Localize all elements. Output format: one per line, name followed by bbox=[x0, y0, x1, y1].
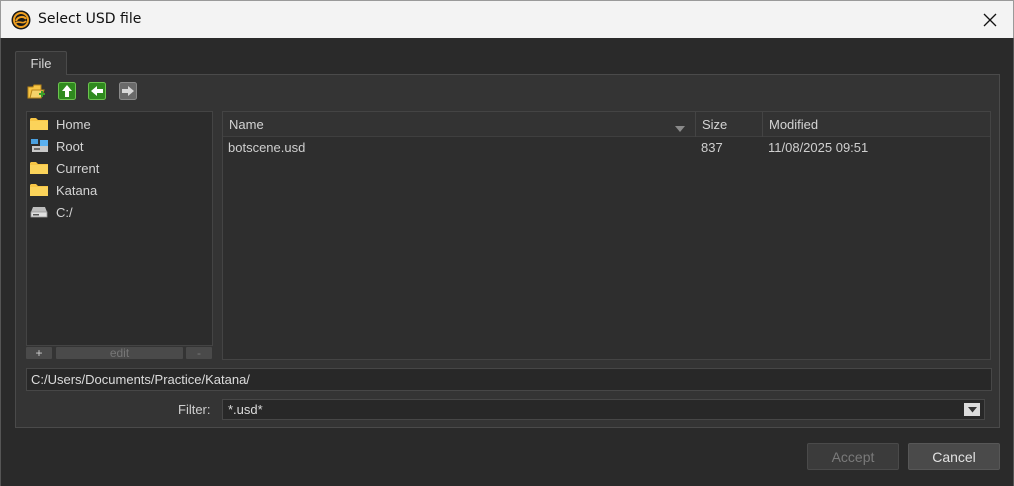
place-label: Current bbox=[56, 160, 100, 176]
dialog-body: File Home Root Current Katana C:/ + edit… bbox=[0, 38, 1014, 486]
column-label: Name bbox=[229, 117, 264, 132]
folder-icon bbox=[30, 182, 50, 198]
forward-arrow-icon[interactable] bbox=[117, 80, 139, 102]
place-home[interactable]: Home bbox=[30, 113, 210, 135]
path-field[interactable]: C:/Users/Documents/Practice/Katana/ bbox=[26, 368, 992, 391]
file-size-cell: 837 bbox=[701, 139, 723, 155]
place-katana[interactable]: Katana bbox=[30, 179, 210, 201]
katana-logo-icon bbox=[11, 10, 31, 30]
window-title: Select USD file bbox=[38, 11, 142, 27]
column-header-size[interactable]: Size bbox=[696, 112, 763, 137]
places-sidebar: Home Root Current Katana C:/ bbox=[26, 111, 213, 346]
place-label: Home bbox=[56, 116, 91, 132]
filter-label: Filter: bbox=[178, 402, 211, 417]
new-folder-icon[interactable] bbox=[25, 80, 47, 102]
place-root[interactable]: Root bbox=[30, 135, 210, 157]
dropdown-arrow-icon[interactable] bbox=[964, 403, 980, 416]
filter-value: *.usd* bbox=[228, 402, 263, 417]
path-value: C:/Users/Documents/Practice/Katana/ bbox=[31, 372, 250, 387]
network-root-icon bbox=[30, 138, 50, 154]
place-current[interactable]: Current bbox=[30, 157, 210, 179]
column-header-modified[interactable]: Modified bbox=[763, 112, 990, 137]
parent-folder-up-arrow-icon[interactable] bbox=[56, 80, 78, 102]
place-label: Root bbox=[56, 138, 84, 154]
remove-place-button[interactable]: - bbox=[186, 347, 212, 359]
file-name-cell: botscene.usd bbox=[228, 139, 306, 155]
folder-icon bbox=[30, 116, 50, 132]
place-c-drive[interactable]: C:/ bbox=[30, 201, 210, 223]
file-modified-cell: 11/08/2025 09:51 bbox=[768, 139, 869, 155]
add-place-button[interactable]: + bbox=[26, 347, 52, 359]
column-label: Size bbox=[702, 117, 728, 132]
cancel-button[interactable]: Cancel bbox=[908, 443, 1000, 470]
tab-file[interactable]: File bbox=[15, 51, 67, 75]
file-list-header: Name Size Modified bbox=[223, 112, 990, 137]
drive-icon bbox=[30, 204, 50, 220]
filter-combobox[interactable]: *.usd* bbox=[222, 399, 985, 420]
column-label: Modified bbox=[769, 117, 819, 132]
sort-down-icon bbox=[675, 121, 685, 136]
place-label: Katana bbox=[56, 182, 98, 198]
place-label: C:/ bbox=[56, 204, 73, 220]
close-icon[interactable] bbox=[967, 1, 1013, 38]
file-list: Name Size Modified botscene.usd 837 11/0… bbox=[222, 111, 991, 360]
back-arrow-icon[interactable] bbox=[86, 80, 108, 102]
edit-place-button[interactable]: edit bbox=[56, 347, 183, 359]
title-bar: Select USD file bbox=[0, 0, 1014, 38]
table-row[interactable]: botscene.usd 837 11/08/2025 09:51 bbox=[223, 137, 990, 157]
accept-button[interactable]: Accept bbox=[807, 443, 899, 470]
column-header-name[interactable]: Name bbox=[223, 112, 696, 137]
file-tab-panel: Home Root Current Katana C:/ + edit - Na… bbox=[15, 74, 1000, 428]
folder-icon bbox=[30, 160, 50, 176]
